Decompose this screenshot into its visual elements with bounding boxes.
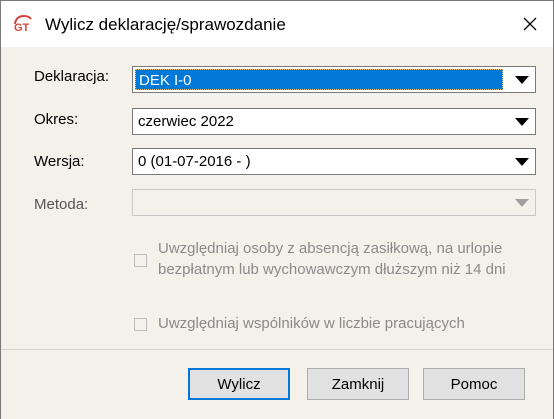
wspolnicy-label: Uwzględniaj wspólników w liczbie pracują…: [158, 315, 465, 332]
dropdown-arrow-icon[interactable]: [515, 76, 529, 84]
wersja-select[interactable]: 0 (01-07-2016 - ): [132, 148, 536, 175]
absencja-checkbox: [134, 254, 147, 267]
absencja-label-line2: bezpłatnym lub wychowawczym dłuższym niż…: [158, 261, 506, 278]
deklaracja-value: DEK I-0: [135, 69, 503, 90]
metoda-value: [135, 192, 138, 213]
deklaracja-select[interactable]: DEK I-0: [132, 66, 536, 93]
okres-value: czerwiec 2022: [138, 113, 234, 130]
app-logo-icon: GT: [13, 13, 33, 34]
wersja-label: Wersja:: [34, 153, 85, 170]
okres-label: Okres:: [34, 111, 79, 128]
wersja-value: 0 (01-07-2016 - ): [138, 153, 251, 170]
absencja-label-line1: Uwzględniaj osoby z absencją zasiłkową, …: [158, 240, 503, 257]
zamknij-button[interactable]: Zamknij: [307, 368, 409, 400]
wspolnicy-checkbox: [134, 318, 147, 331]
wylicz-button[interactable]: Wylicz: [188, 368, 290, 400]
deklaracja-label: Deklaracja:: [34, 68, 110, 85]
metoda-select: [132, 189, 536, 216]
dropdown-arrow-icon: [515, 199, 529, 207]
form-panel: Deklaracja: DEK I-0 Okres: czerwiec 2022…: [1, 47, 553, 349]
button-bar: Wylicz Zamknij Pomoc: [1, 349, 553, 419]
dropdown-arrow-icon[interactable]: [515, 118, 529, 126]
window-title: Wylicz deklarację/sprawozdanie: [45, 15, 286, 34]
close-icon[interactable]: [507, 1, 553, 47]
dialog-window: GT Wylicz deklarację/sprawozdanie Deklar…: [0, 0, 554, 419]
okres-select[interactable]: czerwiec 2022: [132, 108, 536, 135]
pomoc-button[interactable]: Pomoc: [423, 368, 525, 400]
metoda-label: Metoda:: [34, 196, 89, 213]
svg-text:GT: GT: [14, 22, 30, 33]
title-bar: GT Wylicz deklarację/sprawozdanie: [1, 1, 553, 47]
dropdown-arrow-icon[interactable]: [515, 158, 529, 166]
